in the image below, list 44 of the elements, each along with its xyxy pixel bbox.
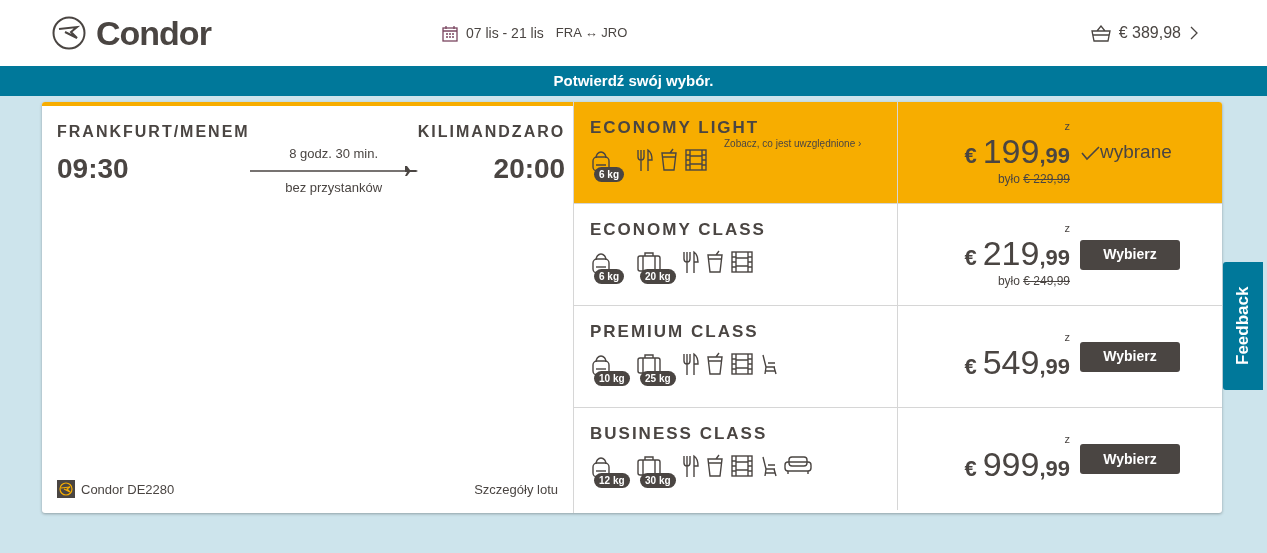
arrival-time: 20:00 [493, 152, 566, 186]
fare-name: ECONOMY CLASS [590, 220, 767, 240]
fare-name: BUSINESS CLASS [590, 424, 769, 444]
confirm-banner: Potwierdź swój wybór. [0, 66, 1267, 96]
brand-name: Condor [96, 12, 211, 54]
select-button[interactable]: Wybierz [1080, 239, 1180, 270]
weight-badge: 10 kg [594, 371, 630, 386]
travel-dates: 07 lis - 21 lis [466, 23, 544, 43]
fare-option[interactable]: PREMIUM CLASS 10 kg 25 kg [574, 306, 898, 407]
origin-city: FRANKFURT/MENEM [57, 122, 250, 142]
fare-price: € 549,99 [964, 342, 1070, 383]
fare-option[interactable]: BUSINESS CLASS 12 kg 30 kg [574, 408, 898, 510]
fare-name: PREMIUM CLASS [590, 322, 760, 342]
cart-total[interactable]: € 389,98 [1118, 21, 1181, 45]
price-prefix: z [1064, 433, 1070, 445]
departure-time: 09:30 [57, 152, 130, 186]
destination-city: KILIMANDZARO [417, 122, 566, 142]
fare-name: ECONOMY LIGHT [590, 118, 761, 138]
included-link[interactable]: Zobacz, co jest uwzględnione › [724, 136, 862, 151]
select-button[interactable]: Wybierz [1080, 341, 1180, 372]
old-price: było € 229,99 [997, 171, 1070, 186]
flight-details-link[interactable]: Szczegóły lotu [474, 479, 558, 499]
route: FRA ↔ JRO [555, 24, 628, 43]
weight-badge: 6 kg [594, 167, 624, 182]
select-button[interactable]: Wybierz [1080, 444, 1180, 474]
flight-duration: 8 godz. 30 min. [289, 145, 379, 163]
fare-option[interactable]: ECONOMY LIGHT Zobacz, co jest uwzględnione › 6 kg [574, 102, 898, 203]
price-prefix: z [1064, 119, 1070, 132]
old-price: było € 249,99 [997, 273, 1070, 288]
weight-badge: 20 kg [640, 269, 676, 284]
weight-badge: 30 kg [640, 473, 676, 488]
fare-option[interactable]: ECONOMY CLASS 6 kg 20 kg [574, 204, 898, 305]
fare-price: € 199,99 [964, 131, 1070, 172]
weight-badge: 12 kg [594, 473, 630, 488]
stops-info: bez przystanków [285, 178, 383, 197]
selected-label: wybrane [1080, 138, 1180, 167]
fare-price: € 219,99 [964, 233, 1070, 274]
price-prefix: z [1064, 330, 1070, 343]
fare-price: € 999,99 [964, 445, 1070, 485]
price-prefix: z [1064, 221, 1070, 234]
feedback-tab[interactable]: Feedback [1223, 262, 1263, 390]
airline-flight-number: Condor DE2280 [81, 480, 175, 499]
weight-badge: 6 kg [594, 269, 624, 284]
weight-badge: 25 kg [640, 371, 676, 386]
